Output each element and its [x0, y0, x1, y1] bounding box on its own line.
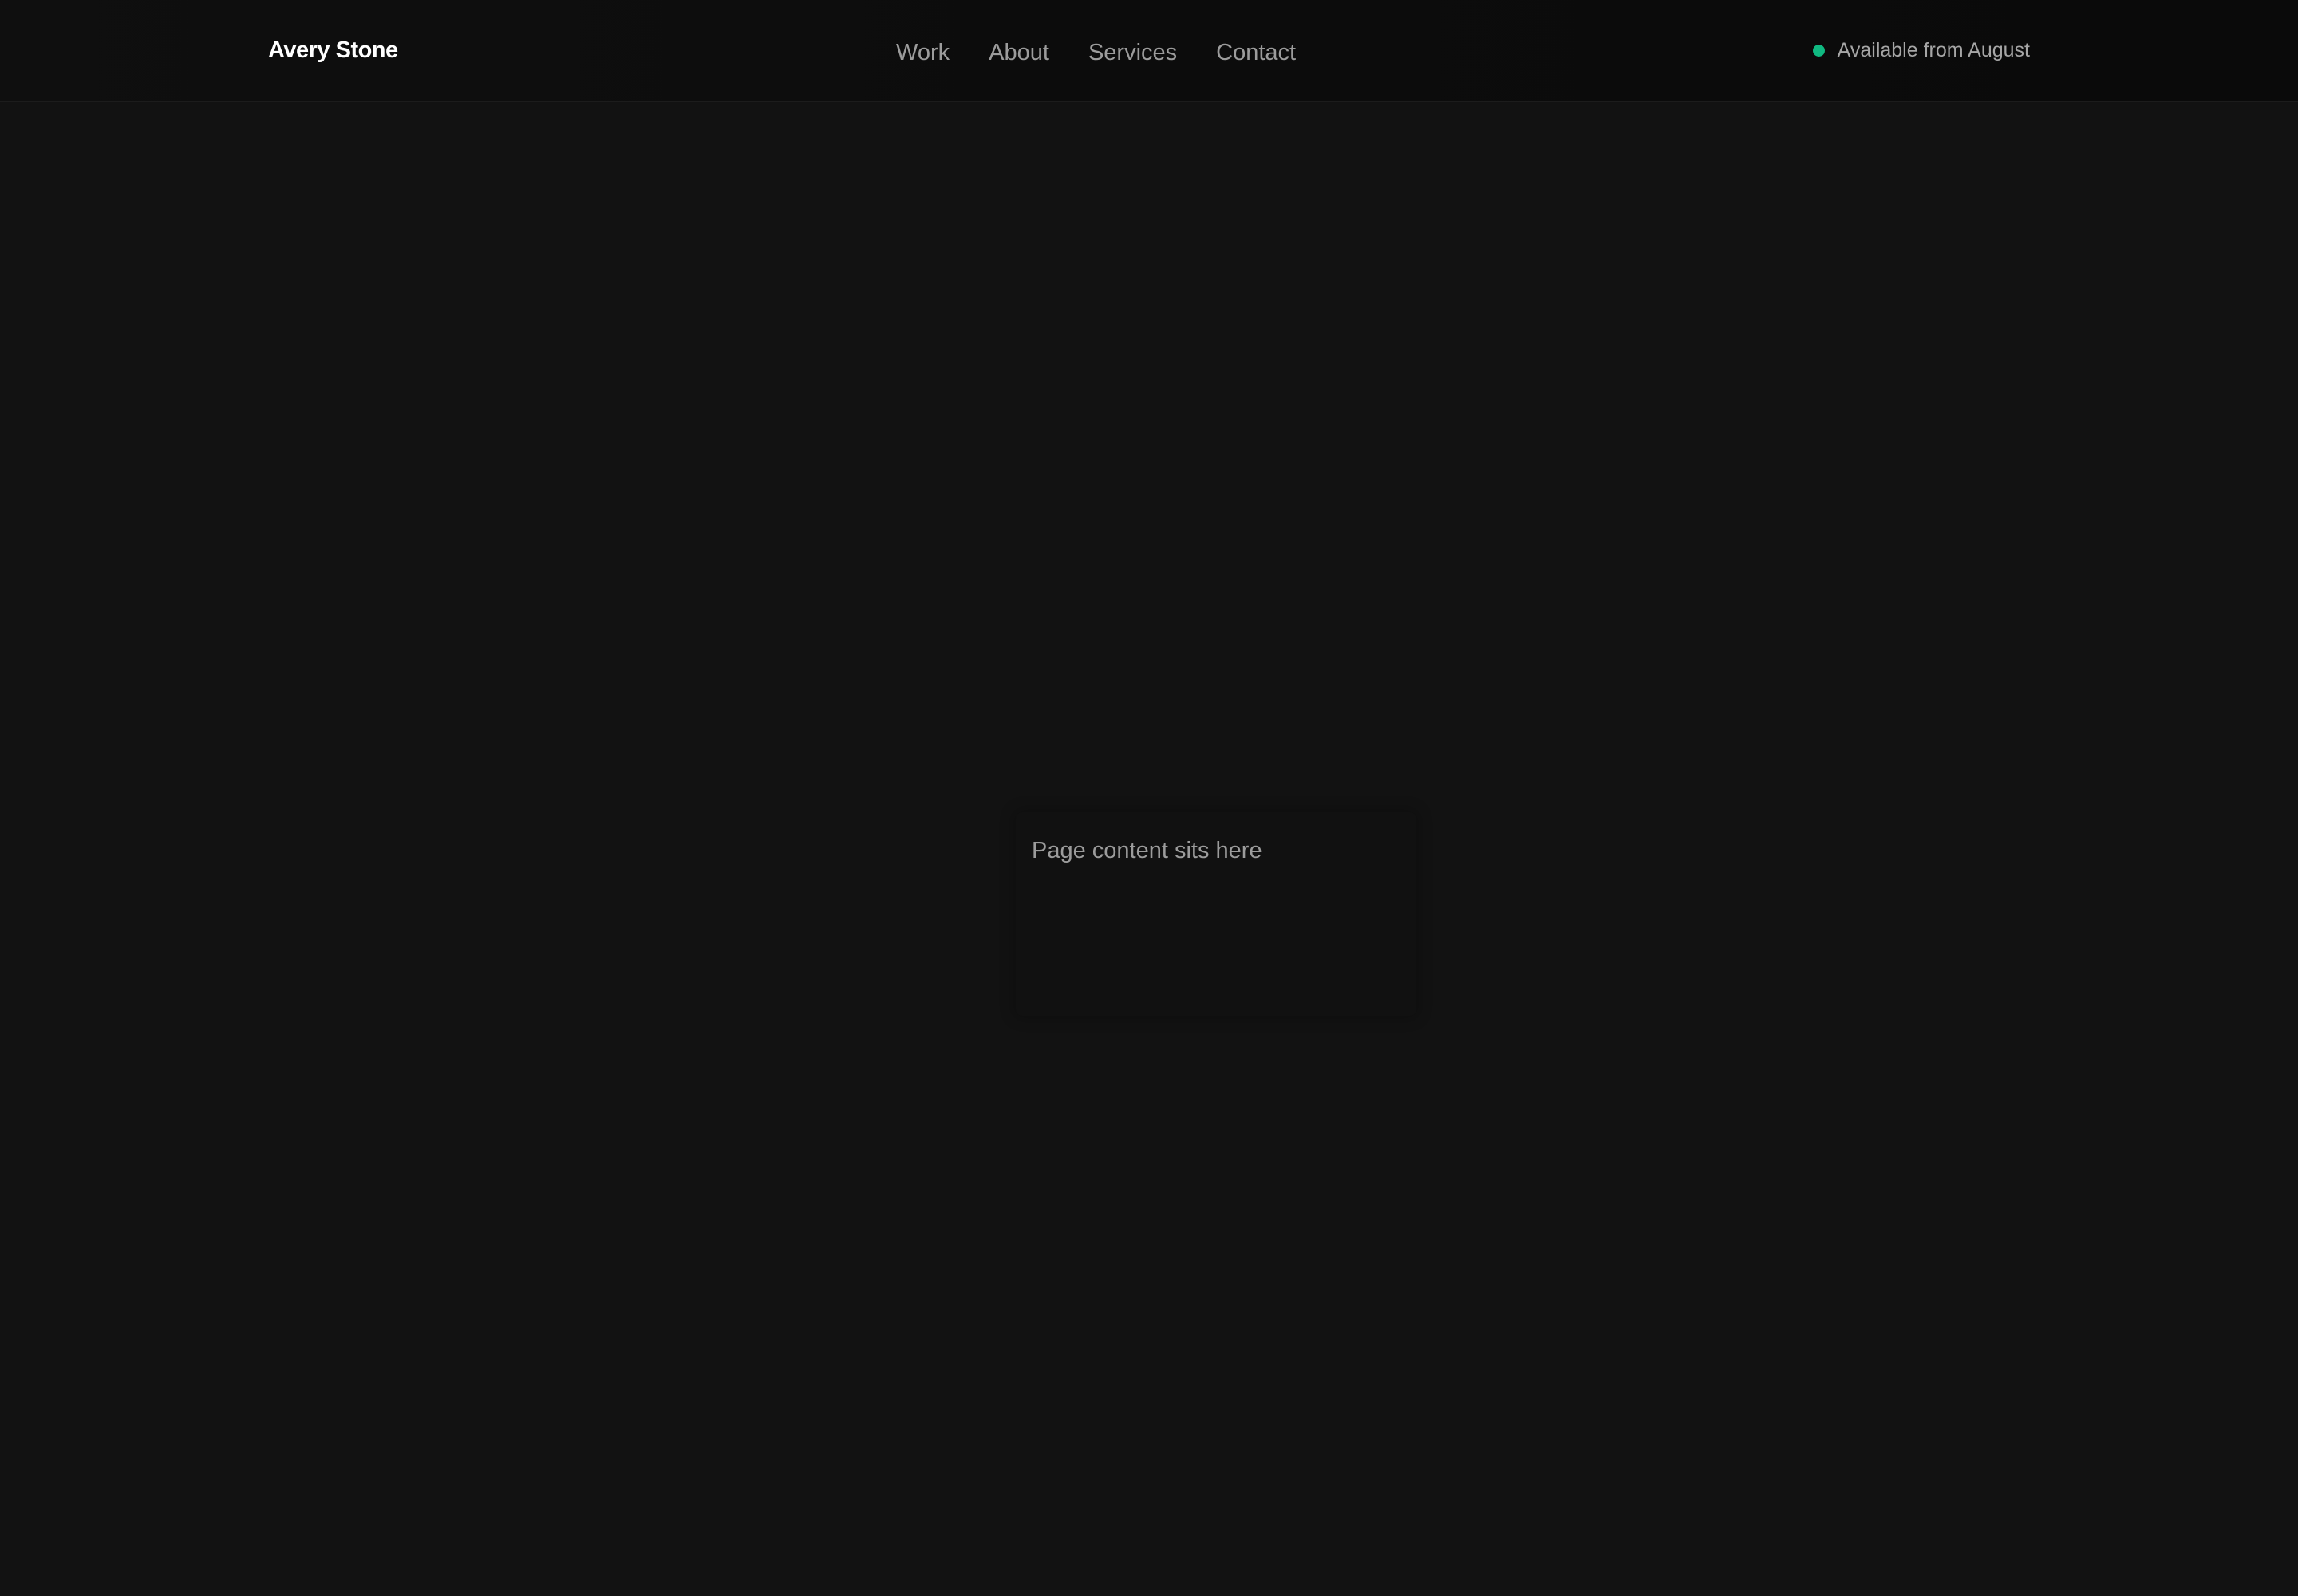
nav-link-services[interactable]: Services: [1088, 37, 1177, 69]
content-placeholder-text: Page content sits here: [1032, 838, 1262, 863]
main-nav: Work About Services Contact: [896, 37, 1296, 69]
site-logo[interactable]: Avery Stone: [268, 35, 398, 65]
nav-link-work[interactable]: Work: [896, 37, 950, 69]
nav-link-about[interactable]: About: [989, 37, 1049, 69]
availability-text: Available from August: [1837, 39, 2030, 61]
site-header: Avery Stone Work About Services Contact …: [0, 0, 2298, 102]
nav-link-contact[interactable]: Contact: [1216, 37, 1296, 69]
content-card: Page content sits here: [1016, 812, 1416, 1016]
status-dot-icon: [1812, 44, 1825, 57]
availability-status: Available from August: [1812, 37, 2030, 64]
